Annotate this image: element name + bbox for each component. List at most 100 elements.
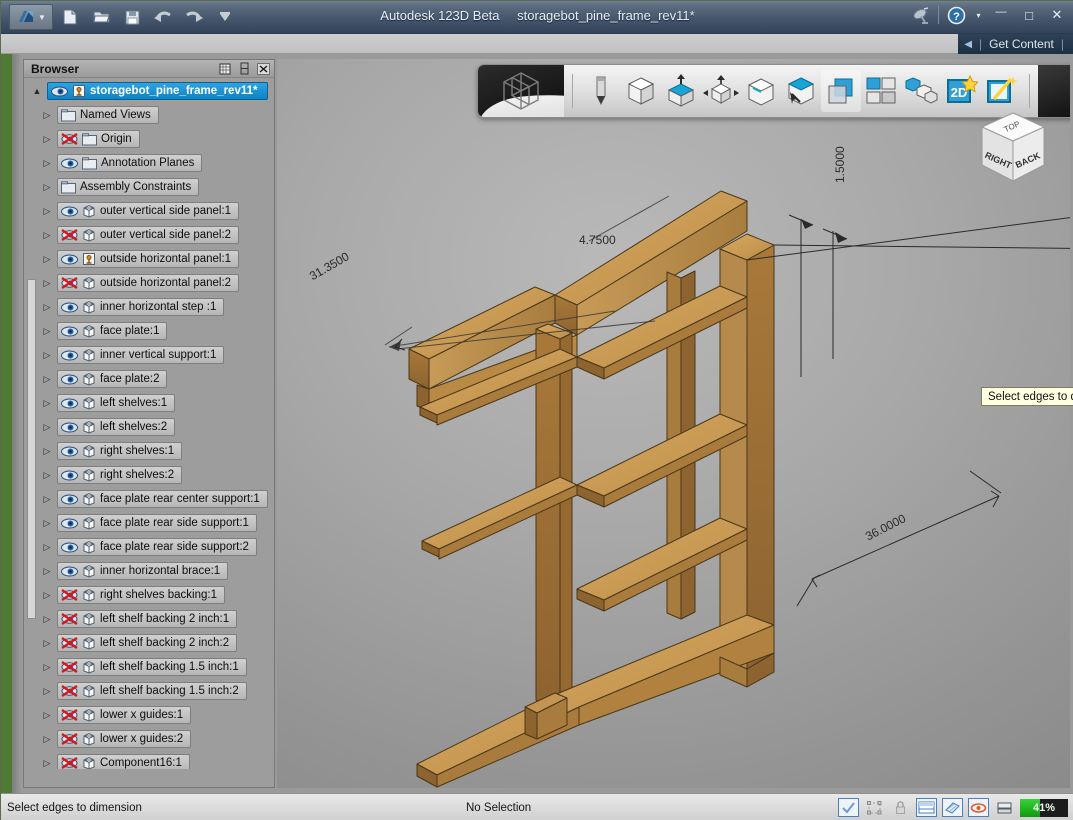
tree-expand-icon[interactable]: ▷ [40, 158, 54, 169]
tree-row[interactable]: ▷ Named Views [40, 105, 274, 125]
tree-expand-icon[interactable]: ▷ [40, 710, 54, 721]
eye-hidden-icon[interactable] [61, 709, 78, 721]
tree-row[interactable]: ▷ face plate rear center support:1 [40, 489, 274, 509]
browser-vertical-scrollbar[interactable] [27, 279, 36, 619]
help-button[interactable]: ? [945, 5, 967, 25]
eye-visible-icon[interactable] [61, 302, 78, 313]
undo-icon[interactable] [152, 6, 174, 28]
tree-row[interactable]: ▷ face plate:1 [40, 321, 274, 341]
eye-visible-icon[interactable] [61, 158, 78, 169]
tree-expand-icon[interactable]: ▷ [40, 662, 54, 673]
tree-item-inner-horizontal-step-1[interactable]: inner horizontal step :1 [57, 298, 225, 316]
eye-visible-icon[interactable] [61, 518, 78, 529]
eye-visible-icon[interactable] [61, 350, 78, 361]
tree-item-component16-1[interactable]: Component16:1 [57, 754, 190, 769]
shading-icon[interactable] [942, 798, 963, 817]
tree-item-left-shelf-backing-2-inch-1[interactable]: left shelf backing 2 inch:1 [57, 610, 238, 628]
tree-row[interactable]: ▷ outer vertical side panel:2 [40, 225, 274, 245]
layers-icon[interactable] [994, 798, 1015, 817]
get-content-label[interactable]: Get Content [989, 37, 1054, 51]
tree-expand-icon[interactable]: ▷ [40, 518, 54, 529]
tree-expand-icon[interactable]: ▷ [40, 302, 54, 313]
minimize-button[interactable]: — [990, 5, 1012, 25]
eye-hidden-icon[interactable] [61, 133, 78, 145]
tree-expand-icon[interactable]: ▷ [40, 350, 54, 361]
selection-box-icon[interactable] [864, 798, 885, 817]
tree-row[interactable]: ▷ inner horizontal brace:1 [40, 561, 274, 581]
eye-hidden-icon[interactable] [61, 757, 78, 769]
tree-expand-icon[interactable]: ▷ [40, 326, 54, 337]
tree-collapse-icon[interactable]: ▲ [30, 86, 44, 96]
browser-dock-button[interactable] [236, 61, 252, 76]
close-button[interactable]: ✕ [1046, 5, 1068, 25]
tree-row[interactable]: ▷ left shelves:1 [40, 393, 274, 413]
eye-visible-icon[interactable] [61, 566, 78, 577]
tree-expand-icon[interactable]: ▷ [40, 734, 54, 745]
eye-visible-icon[interactable] [61, 494, 78, 505]
tree-row[interactable]: ▷ lower x guides:2 [40, 729, 274, 749]
tree-item-left-shelf-backing-1-5-inch-2[interactable]: left shelf backing 1.5 inch:2 [57, 682, 247, 700]
tree-row[interactable]: ▷ left shelf backing 2 inch:2 [40, 633, 274, 653]
save-document-icon[interactable] [121, 6, 143, 28]
eye-hidden-icon[interactable] [61, 613, 78, 625]
tree-expand-icon[interactable]: ▷ [40, 422, 54, 433]
tree-row[interactable]: ▷ outer vertical side panel:1 [40, 201, 274, 221]
tree-item-right-shelves-1[interactable]: right shelves:1 [57, 442, 183, 460]
tree-item-origin[interactable]: Origin [57, 130, 140, 148]
tree-row[interactable]: ▷ inner horizontal step :1 [40, 297, 274, 317]
tree-row[interactable]: ▷ face plate rear side support:2 [40, 537, 274, 557]
collapse-arrow-icon[interactable]: ◀ [964, 39, 972, 50]
tree-row[interactable]: ▲ storagebot_pine_frame_rev11* [30, 81, 274, 101]
tree-item-lower-x-guides-1[interactable]: lower x guides:1 [57, 706, 192, 724]
tree-row[interactable]: ▷ outside horizontal panel:2 [40, 273, 274, 293]
eye-visible-icon[interactable] [51, 86, 68, 97]
tree-item-face-plate-rear-side-support-1[interactable]: face plate rear side support:1 [57, 514, 257, 532]
tree-expand-icon[interactable]: ▷ [40, 590, 54, 601]
tree-item-storagebot-pine-frame-rev11[interactable]: storagebot_pine_frame_rev11* [47, 82, 269, 100]
tree-row[interactable]: ▷ right shelves:2 [40, 465, 274, 485]
tree-row[interactable]: ▷ left shelf backing 2 inch:1 [40, 609, 274, 629]
browser-grid-button[interactable] [217, 61, 233, 76]
tree-item-right-shelves-2[interactable]: right shelves:2 [57, 466, 183, 484]
tree-item-face-plate-rear-side-support-2[interactable]: face plate rear side support:2 [57, 538, 257, 556]
eye-visible-icon[interactable] [61, 398, 78, 409]
eye-hidden-icon[interactable] [61, 733, 78, 745]
eye-hidden-icon[interactable] [61, 589, 78, 601]
tree-expand-icon[interactable]: ▷ [40, 446, 54, 457]
tree-item-inner-horizontal-brace-1[interactable]: inner horizontal brace:1 [57, 562, 229, 580]
tree-row[interactable]: ▷ Assembly Constraints [40, 177, 274, 197]
combine-tool[interactable] [781, 70, 821, 112]
tree-item-outer-vertical-side-panel-2[interactable]: outer vertical side panel:2 [57, 226, 240, 244]
tree-item-left-shelves-2[interactable]: left shelves:2 [57, 418, 176, 436]
eye-visible-icon[interactable] [61, 326, 78, 337]
tree-item-annotation-planes[interactable]: Annotation Planes [57, 154, 203, 172]
view-cube[interactable]: TOP RIGHT BACK [968, 105, 1058, 195]
app-cube-logo[interactable] [478, 65, 564, 117]
eye-visible-icon[interactable] [61, 254, 78, 265]
tree-item-right-shelves-backing-1[interactable]: right shelves backing:1 [57, 586, 225, 604]
tree-expand-icon[interactable]: ▷ [40, 110, 54, 121]
lock-icon[interactable] [890, 798, 911, 817]
eye-hidden-icon[interactable] [61, 229, 78, 241]
redo-icon[interactable] [183, 6, 205, 28]
customize-caret-icon[interactable] [214, 6, 236, 28]
maximize-button[interactable]: □ [1018, 5, 1040, 25]
display-mode-icon[interactable] [916, 798, 937, 817]
tree-item-left-shelf-backing-2-inch-2[interactable]: left shelf backing 2 inch:2 [57, 634, 238, 652]
tree-expand-icon[interactable]: ▷ [40, 542, 54, 553]
eye-hidden-icon[interactable] [61, 661, 78, 673]
tree-item-left-shelf-backing-1-5-inch-1[interactable]: left shelf backing 1.5 inch:1 [57, 658, 247, 676]
tree-row[interactable]: ▷ right shelves backing:1 [40, 585, 274, 605]
tree-item-outside-horizontal-panel-1[interactable]: outside horizontal panel:1 [57, 250, 240, 268]
tree-item-outside-horizontal-panel-2[interactable]: outside horizontal panel:2 [57, 274, 240, 292]
tree-expand-icon[interactable]: ▷ [40, 398, 54, 409]
tree-item-inner-vertical-support-1[interactable]: inner vertical support:1 [57, 346, 225, 364]
eye-visible-icon[interactable] [61, 446, 78, 457]
eye-visible-icon[interactable] [61, 422, 78, 433]
tree-item-left-shelves-1[interactable]: left shelves:1 [57, 394, 176, 412]
tree-row[interactable]: ▷ outside horizontal panel:1 [40, 249, 274, 269]
tree-expand-icon[interactable]: ▷ [40, 134, 54, 145]
tree-item-lower-x-guides-2[interactable]: lower x guides:2 [57, 730, 192, 748]
assemble-tool[interactable] [861, 70, 901, 112]
tree-expand-icon[interactable]: ▷ [40, 566, 54, 577]
